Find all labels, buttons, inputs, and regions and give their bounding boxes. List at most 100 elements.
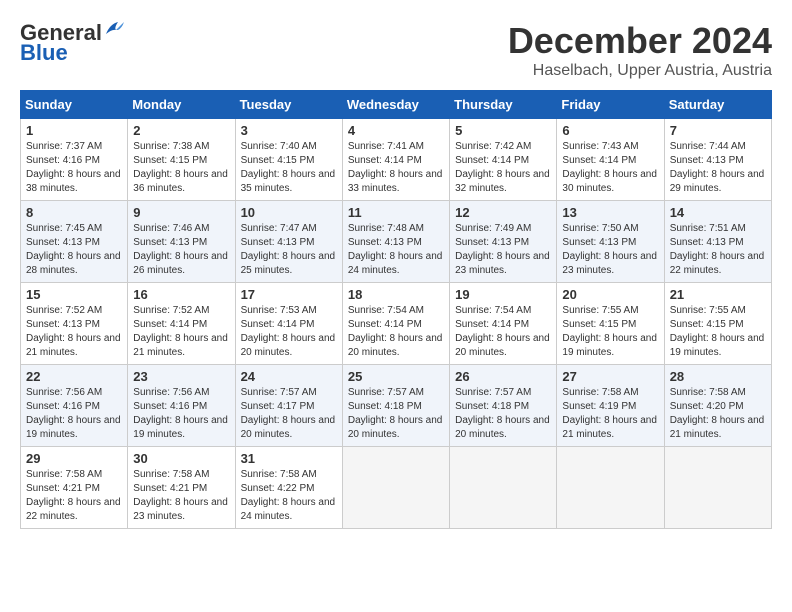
- calendar-cell: 12 Sunrise: 7:49 AM Sunset: 4:13 PM Dayl…: [450, 201, 557, 283]
- calendar-cell: 30 Sunrise: 7:58 AM Sunset: 4:21 PM Dayl…: [128, 447, 235, 529]
- day-number: 29: [26, 451, 122, 466]
- day-number: 13: [562, 205, 658, 220]
- day-info: Sunrise: 7:40 AM Sunset: 4:15 PM Dayligh…: [241, 141, 336, 194]
- day-number: 6: [562, 123, 658, 138]
- day-number: 10: [241, 205, 337, 220]
- day-info: Sunrise: 7:43 AM Sunset: 4:14 PM Dayligh…: [562, 141, 657, 194]
- calendar-week-row: 8 Sunrise: 7:45 AM Sunset: 4:13 PM Dayli…: [21, 201, 772, 283]
- calendar-cell: 13 Sunrise: 7:50 AM Sunset: 4:13 PM Dayl…: [557, 201, 664, 283]
- day-info: Sunrise: 7:52 AM Sunset: 4:14 PM Dayligh…: [133, 305, 228, 358]
- month-year: December 2024: [508, 20, 772, 62]
- day-number: 19: [455, 287, 551, 302]
- title-block: December 2024 Haselbach, Upper Austria, …: [508, 20, 772, 80]
- calendar-cell: 20 Sunrise: 7:55 AM Sunset: 4:15 PM Dayl…: [557, 283, 664, 365]
- calendar-cell: 31 Sunrise: 7:58 AM Sunset: 4:22 PM Dayl…: [235, 447, 342, 529]
- day-number: 18: [348, 287, 444, 302]
- calendar-cell: [342, 447, 449, 529]
- day-info: Sunrise: 7:58 AM Sunset: 4:20 PM Dayligh…: [670, 387, 765, 440]
- calendar-cell: 14 Sunrise: 7:51 AM Sunset: 4:13 PM Dayl…: [664, 201, 771, 283]
- day-number: 9: [133, 205, 229, 220]
- calendar-header: SundayMondayTuesdayWednesdayThursdayFrid…: [21, 91, 772, 119]
- day-info: Sunrise: 7:49 AM Sunset: 4:13 PM Dayligh…: [455, 223, 550, 276]
- calendar-cell: 25 Sunrise: 7:57 AM Sunset: 4:18 PM Dayl…: [342, 365, 449, 447]
- day-info: Sunrise: 7:51 AM Sunset: 4:13 PM Dayligh…: [670, 223, 765, 276]
- calendar-week-row: 15 Sunrise: 7:52 AM Sunset: 4:13 PM Dayl…: [21, 283, 772, 365]
- day-number: 16: [133, 287, 229, 302]
- day-number: 5: [455, 123, 551, 138]
- calendar-cell: 29 Sunrise: 7:58 AM Sunset: 4:21 PM Dayl…: [21, 447, 128, 529]
- day-info: Sunrise: 7:46 AM Sunset: 4:13 PM Dayligh…: [133, 223, 228, 276]
- logo-blue: Blue: [20, 40, 68, 66]
- weekday-header-friday: Friday: [557, 91, 664, 119]
- calendar-cell: 2 Sunrise: 7:38 AM Sunset: 4:15 PM Dayli…: [128, 119, 235, 201]
- day-info: Sunrise: 7:54 AM Sunset: 4:14 PM Dayligh…: [455, 305, 550, 358]
- calendar-week-row: 1 Sunrise: 7:37 AM Sunset: 4:16 PM Dayli…: [21, 119, 772, 201]
- day-info: Sunrise: 7:37 AM Sunset: 4:16 PM Dayligh…: [26, 141, 121, 194]
- day-number: 22: [26, 369, 122, 384]
- day-number: 28: [670, 369, 766, 384]
- day-info: Sunrise: 7:58 AM Sunset: 4:19 PM Dayligh…: [562, 387, 657, 440]
- weekday-header-wednesday: Wednesday: [342, 91, 449, 119]
- day-info: Sunrise: 7:41 AM Sunset: 4:14 PM Dayligh…: [348, 141, 443, 194]
- calendar-cell: [450, 447, 557, 529]
- day-info: Sunrise: 7:52 AM Sunset: 4:13 PM Dayligh…: [26, 305, 121, 358]
- day-info: Sunrise: 7:42 AM Sunset: 4:14 PM Dayligh…: [455, 141, 550, 194]
- day-number: 7: [670, 123, 766, 138]
- day-info: Sunrise: 7:55 AM Sunset: 4:15 PM Dayligh…: [670, 305, 765, 358]
- day-info: Sunrise: 7:45 AM Sunset: 4:13 PM Dayligh…: [26, 223, 121, 276]
- day-info: Sunrise: 7:54 AM Sunset: 4:14 PM Dayligh…: [348, 305, 443, 358]
- day-number: 20: [562, 287, 658, 302]
- location: Haselbach, Upper Austria, Austria: [508, 62, 772, 80]
- logo: General Blue: [20, 20, 126, 66]
- day-number: 24: [241, 369, 337, 384]
- day-number: 11: [348, 205, 444, 220]
- day-number: 15: [26, 287, 122, 302]
- day-info: Sunrise: 7:57 AM Sunset: 4:18 PM Dayligh…: [348, 387, 443, 440]
- day-info: Sunrise: 7:57 AM Sunset: 4:18 PM Dayligh…: [455, 387, 550, 440]
- day-number: 31: [241, 451, 337, 466]
- calendar-week-row: 29 Sunrise: 7:58 AM Sunset: 4:21 PM Dayl…: [21, 447, 772, 529]
- day-info: Sunrise: 7:58 AM Sunset: 4:21 PM Dayligh…: [133, 469, 228, 522]
- calendar-cell: 11 Sunrise: 7:48 AM Sunset: 4:13 PM Dayl…: [342, 201, 449, 283]
- day-number: 3: [241, 123, 337, 138]
- day-number: 14: [670, 205, 766, 220]
- calendar-cell: 8 Sunrise: 7:45 AM Sunset: 4:13 PM Dayli…: [21, 201, 128, 283]
- day-info: Sunrise: 7:44 AM Sunset: 4:13 PM Dayligh…: [670, 141, 765, 194]
- calendar-cell: 23 Sunrise: 7:56 AM Sunset: 4:16 PM Dayl…: [128, 365, 235, 447]
- weekday-header-saturday: Saturday: [664, 91, 771, 119]
- day-info: Sunrise: 7:58 AM Sunset: 4:22 PM Dayligh…: [241, 469, 336, 522]
- calendar-cell: 27 Sunrise: 7:58 AM Sunset: 4:19 PM Dayl…: [557, 365, 664, 447]
- calendar-cell: 1 Sunrise: 7:37 AM Sunset: 4:16 PM Dayli…: [21, 119, 128, 201]
- day-info: Sunrise: 7:58 AM Sunset: 4:21 PM Dayligh…: [26, 469, 121, 522]
- calendar-cell: 16 Sunrise: 7:52 AM Sunset: 4:14 PM Dayl…: [128, 283, 235, 365]
- calendar-cell: 9 Sunrise: 7:46 AM Sunset: 4:13 PM Dayli…: [128, 201, 235, 283]
- weekday-header-thursday: Thursday: [450, 91, 557, 119]
- calendar-cell: 7 Sunrise: 7:44 AM Sunset: 4:13 PM Dayli…: [664, 119, 771, 201]
- day-number: 21: [670, 287, 766, 302]
- day-number: 2: [133, 123, 229, 138]
- day-number: 25: [348, 369, 444, 384]
- calendar-table: SundayMondayTuesdayWednesdayThursdayFrid…: [20, 90, 772, 529]
- calendar-cell: 19 Sunrise: 7:54 AM Sunset: 4:14 PM Dayl…: [450, 283, 557, 365]
- day-number: 4: [348, 123, 444, 138]
- calendar-cell: 17 Sunrise: 7:53 AM Sunset: 4:14 PM Dayl…: [235, 283, 342, 365]
- day-number: 17: [241, 287, 337, 302]
- calendar-cell: [664, 447, 771, 529]
- day-number: 8: [26, 205, 122, 220]
- weekday-header-sunday: Sunday: [21, 91, 128, 119]
- weekday-header-tuesday: Tuesday: [235, 91, 342, 119]
- day-number: 27: [562, 369, 658, 384]
- calendar-cell: 21 Sunrise: 7:55 AM Sunset: 4:15 PM Dayl…: [664, 283, 771, 365]
- calendar-cell: 24 Sunrise: 7:57 AM Sunset: 4:17 PM Dayl…: [235, 365, 342, 447]
- calendar-week-row: 22 Sunrise: 7:56 AM Sunset: 4:16 PM Dayl…: [21, 365, 772, 447]
- logo-bird-icon: [104, 20, 126, 38]
- calendar-cell: 4 Sunrise: 7:41 AM Sunset: 4:14 PM Dayli…: [342, 119, 449, 201]
- calendar-body: 1 Sunrise: 7:37 AM Sunset: 4:16 PM Dayli…: [21, 119, 772, 529]
- day-number: 30: [133, 451, 229, 466]
- day-number: 1: [26, 123, 122, 138]
- weekday-header-row: SundayMondayTuesdayWednesdayThursdayFrid…: [21, 91, 772, 119]
- calendar-cell: 18 Sunrise: 7:54 AM Sunset: 4:14 PM Dayl…: [342, 283, 449, 365]
- calendar-cell: 26 Sunrise: 7:57 AM Sunset: 4:18 PM Dayl…: [450, 365, 557, 447]
- calendar-cell: 15 Sunrise: 7:52 AM Sunset: 4:13 PM Dayl…: [21, 283, 128, 365]
- day-info: Sunrise: 7:47 AM Sunset: 4:13 PM Dayligh…: [241, 223, 336, 276]
